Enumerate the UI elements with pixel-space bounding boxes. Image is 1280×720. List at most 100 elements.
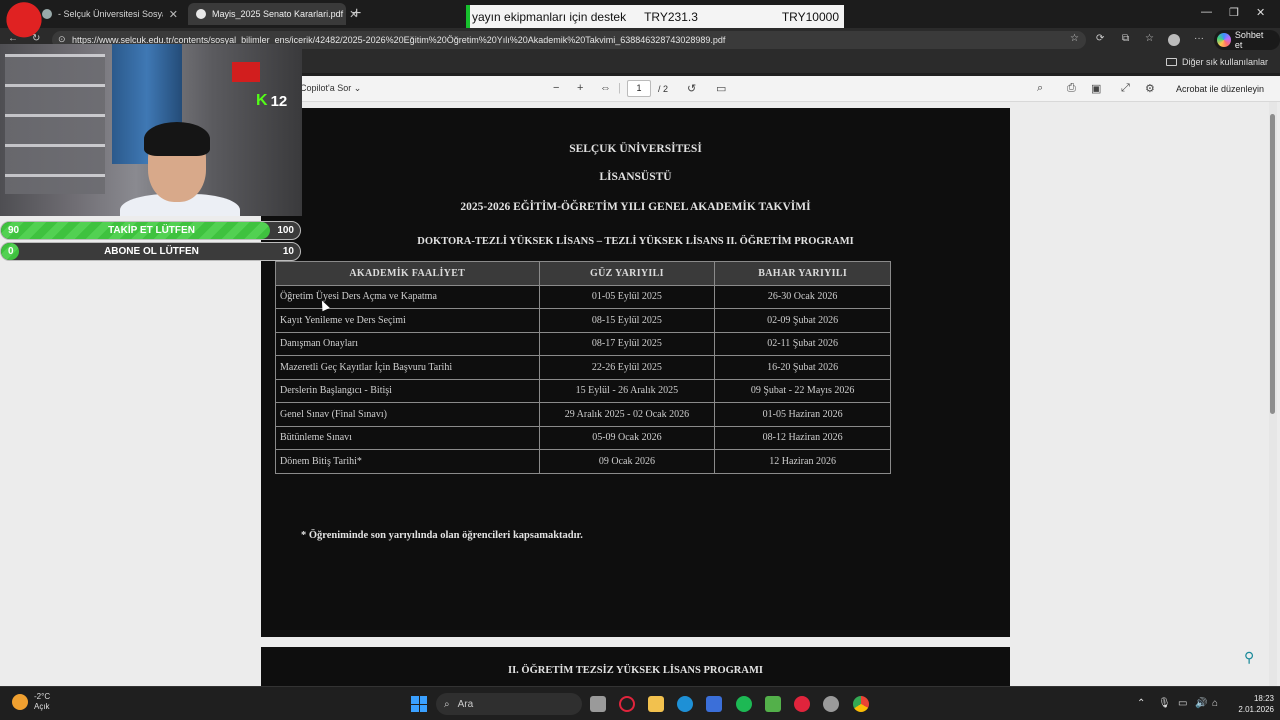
search-icon: ⌕ bbox=[444, 698, 450, 710]
acrobat-edit-button[interactable]: Acrobat ile düzenleyin bbox=[1176, 84, 1264, 94]
microphone-icon[interactable]: 🎙 bbox=[1158, 698, 1171, 709]
task-view-icon[interactable] bbox=[590, 696, 606, 712]
split-screen-icon[interactable]: ⧉ bbox=[1122, 33, 1129, 44]
zoom-out-icon[interactable]: − bbox=[553, 82, 559, 94]
activity-cell: Bütünleme Sınavı bbox=[275, 425, 540, 450]
zoom-in-icon[interactable]: + bbox=[577, 82, 583, 94]
sub-goal-current: 0 bbox=[8, 246, 14, 257]
spring-cell: 02-09 Şubat 2026 bbox=[714, 308, 891, 333]
rotate-icon[interactable]: ↺ bbox=[687, 82, 696, 95]
chrome-icon[interactable] bbox=[853, 696, 869, 712]
separator: | bbox=[618, 82, 621, 94]
fit-page-icon[interactable]: ⇔ bbox=[600, 82, 611, 94]
opera-icon[interactable] bbox=[619, 696, 635, 712]
favorite-star-icon[interactable]: ☆ bbox=[1070, 33, 1079, 44]
spring-cell: 01-05 Haziran 2026 bbox=[714, 402, 891, 427]
webcam-overlay: K 12 bbox=[0, 44, 302, 216]
volume-icon[interactable]: 🔊 bbox=[1195, 698, 1207, 709]
tray-expand-icon[interactable]: ⌃ bbox=[1137, 698, 1145, 709]
copilot-chat-button[interactable]: Sohbet et bbox=[1214, 30, 1280, 50]
fall-cell: 22-26 Eylül 2025 bbox=[538, 355, 716, 380]
activity-cell: Danışman Onayları bbox=[275, 331, 540, 356]
activity-cell: Dönem Bitiş Tarihi* bbox=[275, 449, 540, 474]
tab-pdf[interactable]: Mayis_2025 Senato Kararlari.pdf ✕ bbox=[188, 3, 358, 25]
page-view-icon[interactable]: ▭ bbox=[716, 82, 726, 95]
extensions-icon[interactable]: ⟳ bbox=[1096, 33, 1104, 44]
table-row: Mazeretli Geç Kayıtlar İçin Başvuru Tari… bbox=[275, 355, 891, 380]
sub-goal-bar: ABONE OL LÜTFEN 0 10 bbox=[0, 242, 301, 261]
windows-taskbar: -2°C Açık ⌕ Ara ⌃ 🎙 ▭ 🔊 ⌂ 18:23 2.01.202… bbox=[0, 686, 1280, 720]
spotify-icon[interactable] bbox=[736, 696, 752, 712]
settings-gear-icon[interactable]: ⚙ bbox=[1145, 82, 1155, 95]
table-row: Bütünleme Sınavı 05-09 Ocak 2026 08-12 H… bbox=[275, 425, 891, 450]
opera-gx-icon[interactable] bbox=[794, 696, 810, 712]
obs-stream-icon[interactable] bbox=[765, 696, 781, 712]
spring-cell: 26-30 Ocak 2026 bbox=[714, 284, 891, 309]
streamer-hair bbox=[144, 122, 210, 156]
fall-cell: 05-09 Ocak 2026 bbox=[538, 425, 716, 450]
spring-cell: 08-12 Haziran 2026 bbox=[714, 425, 891, 450]
header-spring: BAHAR YARIYILI bbox=[714, 261, 891, 286]
clock-date: 2.01.2026 bbox=[1238, 705, 1274, 714]
weather-desc: Açık bbox=[34, 702, 50, 711]
table-row: Danışman Onayları 08-17 Eylül 2025 02-11… bbox=[275, 331, 891, 356]
print-icon[interactable]: ⎙ bbox=[1067, 82, 1076, 95]
fall-cell: 09 Ocak 2026 bbox=[538, 449, 716, 474]
save-icon[interactable]: ▣ bbox=[1091, 82, 1101, 95]
maximize-icon[interactable]: ❐ bbox=[1229, 6, 1239, 19]
page-number-input[interactable]: 1 bbox=[627, 80, 651, 97]
weather-widget[interactable]: -2°C Açık bbox=[12, 692, 50, 712]
spring-cell: 12 Haziran 2026 bbox=[714, 449, 891, 474]
screen: - Selçuk Üniversitesi Sosyal Bilim ✕ May… bbox=[0, 0, 1280, 720]
close-window-icon[interactable]: ✕ bbox=[1256, 6, 1265, 19]
program-title: DOKTORA-TEZLİ YÜKSEK LİSANS – TEZLİ YÜKS… bbox=[417, 236, 854, 247]
activity-cell: Derslerin Başlangıcı - Bitişi bbox=[275, 378, 540, 403]
scrollbar-thumb[interactable] bbox=[1270, 114, 1275, 414]
folder-icon bbox=[1165, 58, 1177, 66]
new-tab-icon[interactable]: + bbox=[352, 5, 361, 23]
more-menu-icon[interactable]: ··· bbox=[1194, 33, 1204, 44]
weather-temp: -2°C bbox=[34, 692, 51, 701]
search-icon[interactable]: ⌕ bbox=[1037, 82, 1043, 95]
calendar-title: 2025-2026 EĞİTİM-ÖĞRETİM YILI GENEL AKAD… bbox=[460, 201, 811, 213]
kick-logo-icon: K bbox=[256, 92, 268, 109]
sub-goal-target: 10 bbox=[282, 246, 294, 257]
spring-cell: 09 Şubat - 22 Mayıs 2026 bbox=[714, 378, 891, 403]
weather-sun-icon bbox=[12, 694, 28, 710]
donation-text: yayın ekipmanları için destek bbox=[472, 9, 627, 24]
table-row: Dönem Bitiş Tarihi* 09 Ocak 2026 12 Hazi… bbox=[275, 449, 891, 474]
table-row: Genel Sınav (Final Sınavı) 29 Aralık 202… bbox=[275, 402, 891, 427]
university-title: SELÇUK ÜNİVERSİTESİ bbox=[569, 143, 702, 155]
fall-cell: 15 Eylül - 26 Aralık 2025 bbox=[538, 378, 716, 403]
table-row: Derslerin Başlangıcı - Bitişi 15 Eylül -… bbox=[275, 378, 891, 403]
bookshelf bbox=[5, 54, 105, 194]
favorites-icon[interactable]: ☆ bbox=[1145, 33, 1154, 44]
vertical-scrollbar[interactable] bbox=[1269, 102, 1277, 686]
profile-avatar-icon[interactable] bbox=[1168, 34, 1180, 46]
steam-icon[interactable] bbox=[823, 696, 839, 712]
close-tab-icon[interactable]: ✕ bbox=[169, 8, 178, 21]
follow-goal-target: 100 bbox=[277, 225, 294, 236]
display-icon[interactable]: ▭ bbox=[1178, 698, 1187, 709]
copilot-ask-button[interactable]: Copilot'a Sor ⌄ bbox=[300, 83, 361, 94]
pdf-favicon-icon bbox=[196, 9, 206, 19]
store-icon[interactable] bbox=[706, 696, 722, 712]
copilot-ask-label: Copilot'a Sor bbox=[300, 83, 352, 93]
other-favorites-button[interactable]: Diğer sık kullanılanlar bbox=[1165, 57, 1268, 67]
taskbar-search[interactable]: ⌕ Ara bbox=[436, 693, 582, 715]
file-explorer-icon[interactable] bbox=[648, 696, 664, 712]
header-activity: AKADEMİK FAALİYET bbox=[275, 261, 540, 286]
donation-banner: yayın ekipmanları için destek TRY231.3 T… bbox=[466, 5, 844, 28]
network-icon[interactable]: ⌂ bbox=[1212, 698, 1218, 709]
system-clock[interactable]: 18:23 2.01.2026 bbox=[1234, 693, 1274, 715]
acrobat-floating-icon[interactable]: ⚲ bbox=[1244, 649, 1254, 666]
start-windows-icon[interactable] bbox=[411, 696, 427, 712]
fall-cell: 01-05 Eylül 2025 bbox=[538, 284, 716, 309]
copilot-label: Sohbet et bbox=[1234, 30, 1264, 50]
other-favorites-label: Diğer sık kullanılanlar bbox=[1181, 57, 1268, 67]
minimize-icon[interactable]: — bbox=[1201, 6, 1212, 18]
follow-goal-current: 90 bbox=[8, 225, 20, 236]
edge-icon[interactable] bbox=[677, 696, 693, 712]
fullscreen-icon[interactable]: ⤢ bbox=[1121, 82, 1130, 95]
clock-time: 18:23 bbox=[1253, 694, 1274, 703]
